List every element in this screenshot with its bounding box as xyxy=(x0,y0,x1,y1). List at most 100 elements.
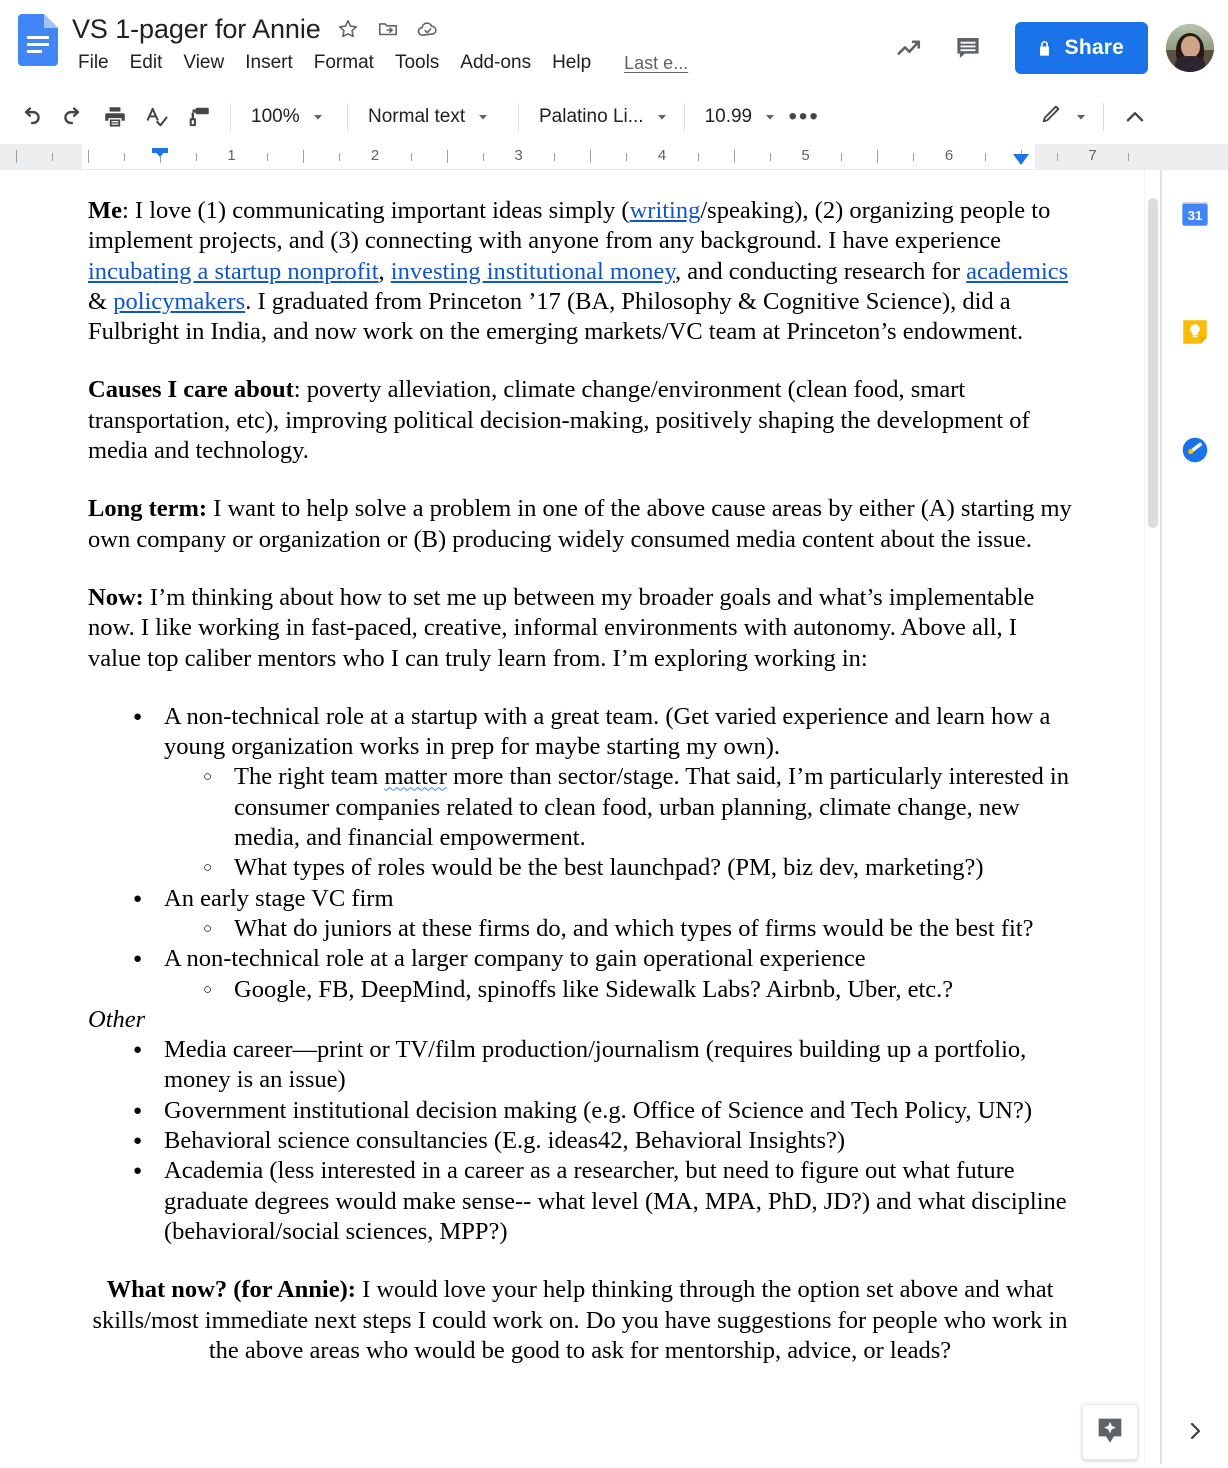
sidebar-divider xyxy=(1161,170,1162,1464)
ruler-tick xyxy=(339,153,341,161)
last-edit-link[interactable]: Last e... xyxy=(624,53,688,74)
list-item[interactable]: Academia (less interested in a career as… xyxy=(133,1156,1072,1247)
google-docs-icon[interactable] xyxy=(18,14,58,66)
paragraph-what-now[interactable]: What now? (for Annie): I would love your… xyxy=(88,1275,1072,1366)
document-body[interactable]: Me: I love (1) communicating important i… xyxy=(88,196,1072,1366)
editing-mode-selector[interactable] xyxy=(1028,98,1093,136)
paragraph-causes[interactable]: Causes I care about: poverty alleviation… xyxy=(88,375,1072,466)
spellcheck-word[interactable]: matter xyxy=(384,763,447,790)
menu-tools[interactable]: Tools xyxy=(385,50,450,76)
sub-bullet-list: Google, FB, DeepMind, spinoffs like Side… xyxy=(164,975,1072,1006)
vertical-scrollbar[interactable] xyxy=(1144,170,1160,1464)
list-item[interactable]: What do juniors at these firms do, and w… xyxy=(203,914,1072,945)
link-investing-institutional-money[interactable]: investing institutional money xyxy=(391,258,675,285)
redo-button[interactable] xyxy=(52,96,94,138)
move-to-folder-icon[interactable] xyxy=(371,12,405,46)
font-selector[interactable]: Palatino Li... xyxy=(529,98,674,136)
star-icon[interactable] xyxy=(331,12,365,46)
font-size-selector[interactable]: 10.99 xyxy=(695,98,783,136)
list-item[interactable]: A non-technical role at a larger company… xyxy=(133,944,1072,1006)
paragraph-me-part4: , and conducting research for xyxy=(675,257,967,285)
link-incubating-startup-nonprofit[interactable]: incubating a startup nonprofit xyxy=(88,258,379,285)
paragraph-me-part5: & xyxy=(88,287,114,315)
toolbar: 100% Normal text Palatino Li... 10.99 ••… xyxy=(0,90,1228,144)
ruler-tick xyxy=(984,153,986,161)
google-keep-icon[interactable] xyxy=(1173,310,1217,354)
bullet-text: Behavioral science consultancies (E.g. i… xyxy=(164,1127,846,1155)
google-tasks-icon[interactable] xyxy=(1173,428,1217,472)
ruler-tick xyxy=(733,150,735,163)
list-item[interactable]: A non-technical role at a startup with a… xyxy=(133,702,1072,884)
ruler-tick xyxy=(303,150,305,163)
paragraph-long-term[interactable]: Long term: I want to help solve a proble… xyxy=(88,494,1072,555)
explore-sparkle-icon xyxy=(1093,1413,1127,1452)
menu-view[interactable]: View xyxy=(173,50,235,76)
link-academics[interactable]: academics xyxy=(966,258,1068,285)
paragraph-me-part3: , xyxy=(378,257,391,285)
ruler-number: 1 xyxy=(227,147,236,164)
chevron-down-icon xyxy=(475,109,491,125)
menu-file[interactable]: File xyxy=(72,50,120,76)
ruler-tick xyxy=(123,153,125,161)
chevron-right-icon[interactable] xyxy=(1176,1412,1214,1450)
ruler-number: 2 xyxy=(370,147,380,164)
link-writing[interactable]: writing xyxy=(630,197,701,224)
menu-insert[interactable]: Insert xyxy=(235,50,304,76)
chevron-down-icon xyxy=(310,109,326,125)
list-item[interactable]: The right team matter more than sector/s… xyxy=(203,762,1072,853)
other-bullet-list: Media career—print or TV/film production… xyxy=(88,1035,1072,1247)
zoom-selector[interactable]: 100% xyxy=(241,98,337,136)
ruler-tick xyxy=(913,153,915,161)
ruler-tick xyxy=(769,153,771,161)
menu-add-ons[interactable]: Add-ons xyxy=(450,50,542,76)
ruler-tick xyxy=(482,153,484,161)
list-item[interactable]: An early stage VC firm What do juniors a… xyxy=(133,884,1072,945)
other-section-label[interactable]: Other xyxy=(88,1005,1072,1035)
chevron-down-icon xyxy=(762,109,778,125)
list-item[interactable]: Government institutional decision making… xyxy=(133,1096,1072,1127)
bullet-text: A non-technical role at a larger company… xyxy=(164,945,866,973)
scrollbar-thumb[interactable] xyxy=(1148,198,1158,528)
comment-history-icon[interactable] xyxy=(945,25,991,71)
toolbar-divider xyxy=(1103,103,1104,131)
paragraph-me[interactable]: Me: I love (1) communicating important i… xyxy=(88,196,1072,347)
more-options-button[interactable]: ••• xyxy=(782,97,826,137)
list-item[interactable]: Behavioral science consultancies (E.g. i… xyxy=(133,1126,1072,1157)
hide-menus-button[interactable] xyxy=(1114,96,1156,138)
document-scroll-area[interactable]: Me: I love (1) communicating important i… xyxy=(0,170,1160,1464)
cloud-saved-icon[interactable] xyxy=(411,12,445,46)
document-page[interactable]: Me: I love (1) communicating important i… xyxy=(0,170,1160,1367)
ruler[interactable]: 1 2 3 4 5 6 7 xyxy=(0,144,1228,170)
paragraph-now[interactable]: Now: I’m thinking about how to set me up… xyxy=(88,583,1072,674)
ruler-tick xyxy=(267,153,269,161)
menu-format[interactable]: Format xyxy=(304,50,385,76)
sub-bullet-text-pre: The right team xyxy=(234,763,385,791)
menu-edit[interactable]: Edit xyxy=(120,50,174,76)
list-item[interactable]: What types of roles would be the best la… xyxy=(203,853,1072,884)
paragraph-style-selector[interactable]: Normal text xyxy=(358,98,508,136)
google-calendar-icon[interactable]: 31 xyxy=(1173,192,1217,236)
page-title[interactable]: VS 1-pager for Annie xyxy=(72,14,325,45)
link-policymakers[interactable]: policymakers xyxy=(113,288,245,315)
menu-help[interactable]: Help xyxy=(542,50,602,76)
right-sidebar: 31 xyxy=(1160,170,1228,1464)
chevron-down-icon xyxy=(654,109,670,125)
spellcheck-icon[interactable] xyxy=(136,96,178,138)
lock-icon xyxy=(1035,39,1054,58)
list-item[interactable]: Google, FB, DeepMind, spinoffs like Side… xyxy=(203,975,1072,1006)
paragraph-now-body: I’m thinking about how to set me up betw… xyxy=(88,583,1035,672)
header-right-group: Share xyxy=(881,10,1214,86)
paint-roller-icon[interactable] xyxy=(178,96,220,138)
print-button[interactable] xyxy=(94,96,136,138)
list-item[interactable]: Media career—print or TV/film production… xyxy=(133,1035,1072,1096)
left-indent-marker[interactable] xyxy=(151,148,168,157)
explore-button[interactable] xyxy=(1082,1404,1138,1460)
avatar[interactable] xyxy=(1166,24,1214,72)
share-button[interactable]: Share xyxy=(1014,22,1148,74)
undo-button[interactable] xyxy=(10,96,52,138)
paragraph-what-now-lead: What now? (for Annie): xyxy=(106,1276,356,1304)
calendar-day-number: 31 xyxy=(1187,208,1202,223)
ruler-number: 7 xyxy=(1088,147,1097,164)
activity-dashboard-icon[interactable] xyxy=(887,25,933,71)
right-indent-marker[interactable] xyxy=(1012,154,1029,165)
